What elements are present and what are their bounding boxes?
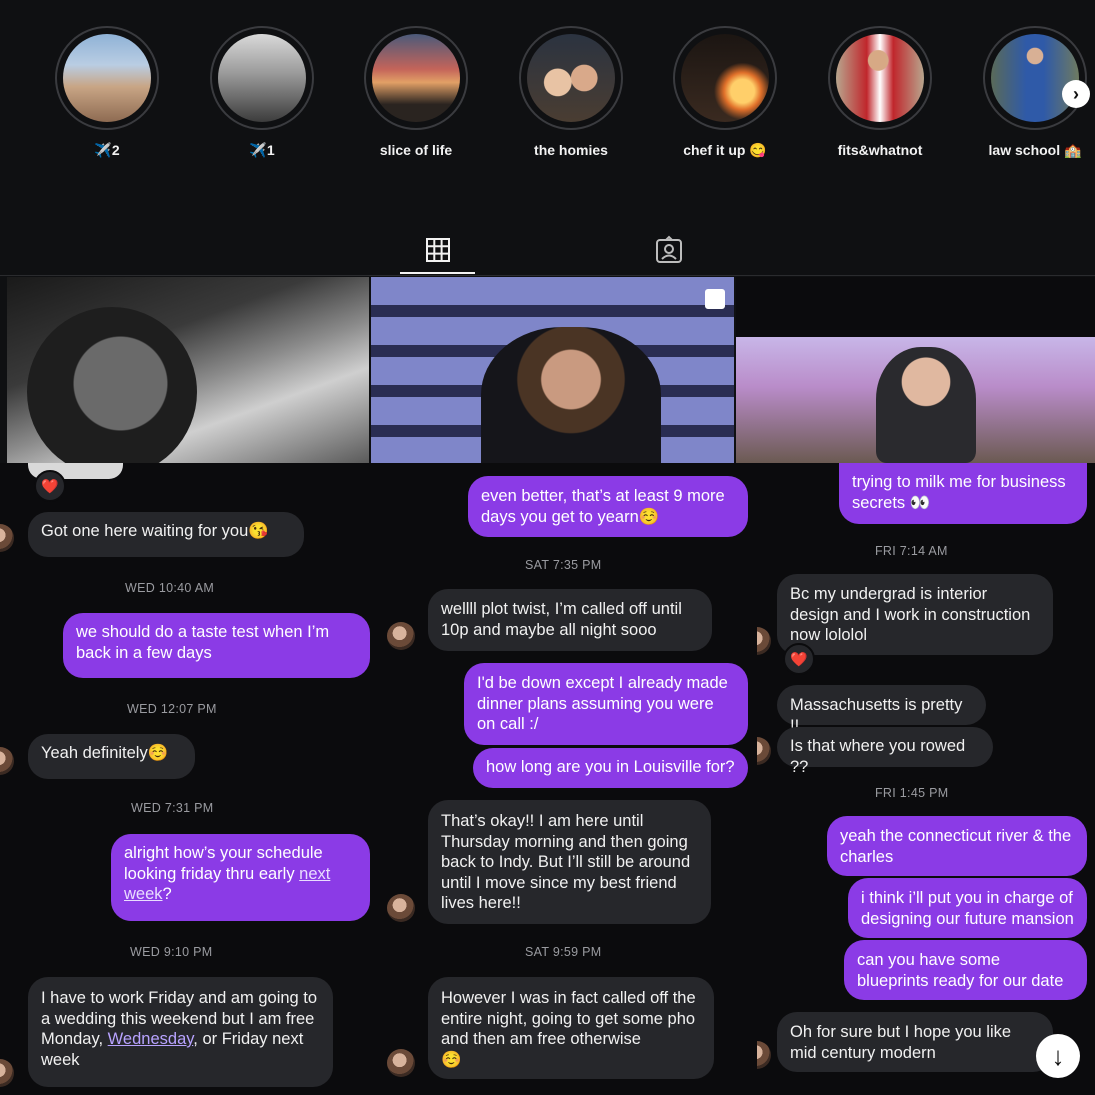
highlight-cover bbox=[681, 34, 769, 122]
highlight-ring bbox=[364, 26, 468, 130]
avatar bbox=[0, 1059, 14, 1087]
message-outgoing[interactable]: I'd be down except I already made dinner… bbox=[464, 663, 748, 745]
message-emoji: ☺️ bbox=[441, 1050, 462, 1069]
message-outgoing[interactable]: trying to milk me for business secrets 👀 bbox=[839, 463, 1087, 524]
timestamp: WED 12:07 PM bbox=[127, 702, 217, 716]
message-incoming[interactable]: However I was in fact called off the ent… bbox=[428, 977, 714, 1079]
avatar bbox=[0, 747, 14, 775]
highlight-item[interactable]: fits&whatnot bbox=[828, 26, 932, 158]
highlight-item[interactable]: chef it up 😋 bbox=[673, 26, 777, 159]
heart-reaction-icon: ❤️ bbox=[783, 643, 815, 675]
avatar bbox=[757, 627, 771, 655]
avatar bbox=[0, 524, 14, 552]
grid-photo[interactable] bbox=[736, 277, 1095, 463]
timestamp: WED 10:40 AM bbox=[125, 581, 215, 595]
message-outgoing[interactable]: we should do a taste test when I’m back … bbox=[63, 613, 370, 678]
photo-subject bbox=[876, 347, 976, 463]
message-incoming[interactable]: Got one here waiting for you😘 bbox=[28, 512, 304, 557]
timestamp: FRI 1:45 PM bbox=[875, 786, 949, 800]
message-outgoing[interactable]: can you have some blueprints ready for o… bbox=[844, 940, 1087, 1000]
highlight-cover bbox=[63, 34, 151, 122]
dm-screenshots: ❤️ Got one here waiting for you😘 WED 10:… bbox=[0, 463, 1095, 1095]
highlight-item[interactable]: the homies bbox=[519, 26, 623, 158]
message-outgoing[interactable]: i think i’ll put you in charge of design… bbox=[848, 878, 1087, 938]
message-text: ? bbox=[162, 885, 172, 903]
highlight-label: ✈️1 bbox=[249, 142, 275, 158]
highlight-label: law school 🏫 bbox=[988, 142, 1082, 158]
highlight-cover bbox=[836, 34, 924, 122]
photo-subject bbox=[481, 327, 661, 463]
avatar bbox=[387, 894, 415, 922]
grid-photo[interactable] bbox=[7, 277, 369, 463]
avatar bbox=[757, 1041, 771, 1069]
chevron-right-icon[interactable]: › bbox=[1062, 80, 1090, 108]
timestamp: WED 9:10 PM bbox=[130, 945, 213, 959]
heart-reaction-icon: ❤️ bbox=[34, 470, 66, 502]
message-text: However I was in fact called off the ent… bbox=[441, 989, 696, 1048]
tagged-person-icon[interactable] bbox=[654, 235, 684, 265]
highlight-label: ✈️2 bbox=[94, 142, 120, 158]
avatar bbox=[387, 622, 415, 650]
highlight-cover bbox=[527, 34, 615, 122]
highlight-item[interactable]: slice of life bbox=[364, 26, 468, 158]
timestamp: FRI 7:14 AM bbox=[875, 544, 948, 558]
chat-column-right: trying to milk me for business secrets 👀… bbox=[757, 463, 1095, 1095]
message-incoming[interactable]: Massachusetts is pretty !! bbox=[777, 685, 986, 735]
message-incoming[interactable]: That’s okay!! I am here until Thursday m… bbox=[428, 800, 711, 924]
photo-subject bbox=[27, 307, 197, 463]
highlight-ring bbox=[828, 26, 932, 130]
message-incoming[interactable]: Yeah definitely☺️ bbox=[28, 734, 195, 779]
message-incoming[interactable]: Oh for sure but I hope you like mid cent… bbox=[777, 1012, 1053, 1072]
message-incoming[interactable]: wellll plot twist, I’m called off until … bbox=[428, 589, 712, 651]
message-text: alright how’s your schedule looking frid… bbox=[124, 844, 323, 883]
date-link[interactable]: Wednesday bbox=[108, 1030, 194, 1048]
profile-section: ✈️2 ✈️1 slice of life the homies chef it… bbox=[0, 0, 1095, 463]
timestamp: SAT 7:35 PM bbox=[525, 558, 602, 572]
profile-tabs bbox=[0, 225, 1095, 276]
highlight-ring bbox=[983, 26, 1087, 130]
active-tab-indicator bbox=[400, 272, 475, 274]
highlight-label: chef it up 😋 bbox=[683, 142, 767, 158]
chat-column-middle: even better, that’s at least 9 more days… bbox=[380, 463, 755, 1095]
message-outgoing[interactable]: even better, that’s at least 9 more days… bbox=[468, 476, 748, 537]
message-incoming[interactable]: Bc my undergrad is interior design and I… bbox=[777, 574, 1053, 655]
highlight-item[interactable]: ✈️2 bbox=[55, 26, 159, 159]
grid-photo[interactable] bbox=[371, 277, 734, 463]
highlight-cover bbox=[218, 34, 306, 122]
highlight-label: fits&whatnot bbox=[837, 142, 923, 158]
message-outgoing[interactable]: alright how’s your schedule looking frid… bbox=[111, 834, 370, 921]
avatar bbox=[757, 737, 771, 765]
highlight-label: slice of life bbox=[379, 142, 453, 158]
highlight-ring bbox=[519, 26, 623, 130]
message-outgoing[interactable]: how long are you in Louisville for? bbox=[473, 748, 748, 788]
highlight-ring bbox=[55, 26, 159, 130]
highlight-label: the homies bbox=[534, 142, 608, 158]
message-incoming[interactable]: I have to work Friday and am going to a … bbox=[28, 977, 333, 1087]
highlight-ring bbox=[210, 26, 314, 130]
grid-icon[interactable] bbox=[423, 235, 453, 265]
timestamp: WED 7:31 PM bbox=[131, 801, 214, 815]
highlight-cover bbox=[372, 34, 460, 122]
message-incoming[interactable]: Is that where you rowed ?? bbox=[777, 727, 993, 776]
highlight-cover bbox=[991, 34, 1079, 122]
arrow-down-icon[interactable]: ↓ bbox=[1036, 1034, 1080, 1078]
message-outgoing[interactable]: yeah the connecticut river & the charles bbox=[827, 816, 1087, 876]
avatar bbox=[387, 1049, 415, 1077]
highlight-ring bbox=[673, 26, 777, 130]
carousel-icon bbox=[705, 289, 725, 309]
highlight-item[interactable]: ✈️1 bbox=[210, 26, 314, 159]
timestamp: SAT 9:59 PM bbox=[525, 945, 602, 959]
chat-column-left: ❤️ Got one here waiting for you😘 WED 10:… bbox=[0, 463, 375, 1095]
